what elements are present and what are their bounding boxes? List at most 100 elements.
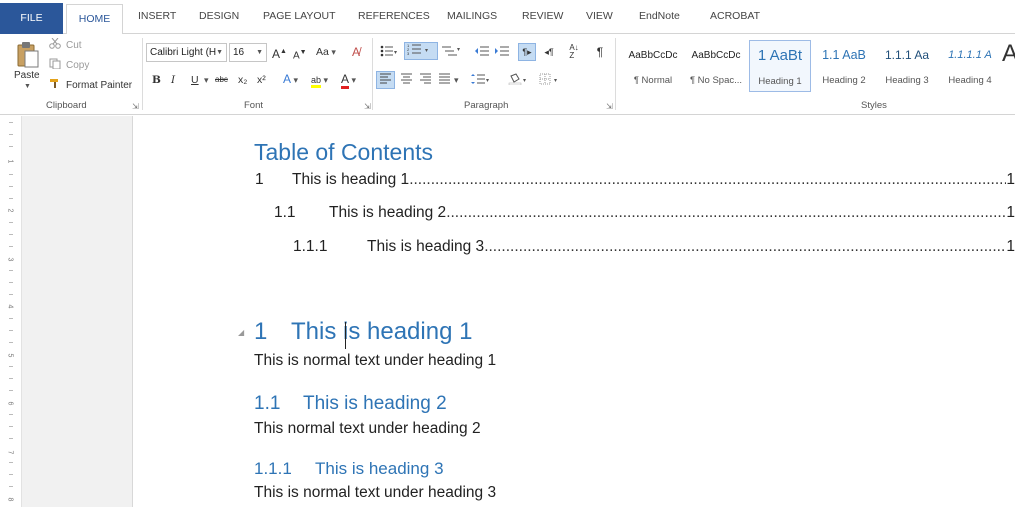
group-divider (372, 38, 373, 110)
toc-entry[interactable]: 1 This is heading 1 ....................… (255, 171, 1015, 191)
tab-acrobat[interactable]: ACROBAT (710, 10, 760, 22)
heading-1[interactable]: 1 This is heading 1 (254, 318, 472, 346)
ruler-tick (9, 174, 13, 175)
ruler-number: 8 (6, 497, 14, 502)
tab-references[interactable]: REFERENCES (358, 10, 430, 22)
align-left-button[interactable] (376, 71, 395, 89)
shrink-font-button[interactable]: A▼ (293, 44, 307, 65)
svg-text:▾: ▾ (554, 78, 557, 84)
copy-button[interactable]: Copy (49, 58, 89, 72)
style-heading-4[interactable]: 1.1.1.1 A Heading 4 (939, 40, 1001, 92)
style-sample: 1.1 AaB (822, 48, 866, 62)
ruler-tick (9, 438, 13, 439)
ribbon-tab-bar: FILE HOME INSERT DESIGN PAGE LAYOUT REFE… (0, 0, 1015, 35)
heading-2[interactable]: 1.1 This is heading 2 (254, 393, 447, 415)
bold-button[interactable]: B (152, 71, 161, 89)
align-center-icon (400, 73, 413, 87)
paste-dropdown-icon[interactable]: ▼ (24, 83, 31, 90)
clipboard-launcher-icon[interactable]: ⇲ (132, 102, 139, 111)
style-name: Heading 4 (948, 75, 992, 86)
svg-text:▾: ▾ (457, 47, 460, 53)
sort-icon: A↓ Z (569, 43, 579, 60)
shading-button[interactable]: ▾ (506, 71, 532, 89)
borders-button[interactable]: ▾ (537, 71, 563, 89)
subscript-button[interactable]: x₂ (238, 71, 247, 89)
toc-entry-number: 1.1 (274, 204, 296, 221)
style-title-partial[interactable]: A (1002, 40, 1015, 92)
body-paragraph[interactable]: This is normal text under heading 3 (254, 484, 496, 502)
svg-text:▾: ▾ (394, 50, 397, 56)
underline-button[interactable]: U (191, 71, 199, 89)
align-center-button[interactable] (397, 71, 415, 89)
multilevel-list-button[interactable]: ▾ (439, 43, 463, 61)
sort-button[interactable]: A↓ Z (565, 43, 583, 61)
toc-dot-leader: ........................................… (484, 238, 1006, 255)
justify-button[interactable] (435, 71, 453, 89)
vertical-ruler[interactable]: 1 2 3 4 5 6 7 8 (0, 116, 22, 507)
heading-text: This is heading 3 (315, 459, 444, 478)
collapse-heading-icon[interactable]: ◢ (238, 328, 244, 337)
tab-endnote[interactable]: EndNote (639, 10, 680, 22)
highlight-button[interactable]: ab ▾ (311, 71, 328, 89)
toc-title[interactable]: Table of Contents (254, 139, 433, 166)
body-paragraph[interactable]: This normal text under heading 2 (254, 420, 481, 438)
text-effects-button[interactable]: A ▾ (283, 70, 298, 89)
tab-review[interactable]: REVIEW (522, 10, 563, 22)
toc-entry[interactable]: 1.1 This is heading 2 ..................… (274, 204, 1015, 224)
align-right-button[interactable] (416, 71, 434, 89)
ruler-tick (9, 246, 13, 247)
font-family-select[interactable]: Calibri Light (H ▼ (146, 43, 227, 62)
tab-design[interactable]: DESIGN (199, 10, 239, 22)
style-normal[interactable]: AaBbCcDc ¶ Normal (622, 40, 684, 92)
style-sample: A (1002, 40, 1015, 67)
body-paragraph[interactable]: This is normal text under heading 1 (254, 352, 496, 370)
paste-icon[interactable] (16, 41, 40, 69)
heading-text: This is heading 2 (303, 393, 447, 414)
paragraph-launcher-icon[interactable]: ⇲ (606, 102, 613, 111)
strikethrough-button[interactable]: abc (215, 71, 228, 89)
style-heading-1[interactable]: 1 AaBt Heading 1 (749, 40, 811, 92)
ltr-text-button[interactable]: ¶▸ (518, 43, 536, 61)
tab-home[interactable]: HOME (66, 4, 123, 35)
tab-page-layout[interactable]: PAGE LAYOUT (263, 10, 336, 22)
change-case-button[interactable]: Aa ▾ (316, 43, 336, 61)
toc-entry-number: 1 (255, 171, 264, 188)
ruler-number: 4 (6, 304, 14, 309)
page-margin (22, 116, 133, 507)
tab-view[interactable]: VIEW (586, 10, 613, 22)
superscript-button[interactable]: x² (257, 71, 266, 89)
heading-3[interactable]: 1.1.1 This is heading 3 (254, 459, 444, 479)
shrink-font-icon: A (293, 50, 300, 62)
underline-dropdown-icon[interactable]: ▾ (204, 71, 209, 89)
show-marks-button[interactable]: ¶ (592, 43, 608, 61)
ruler-tick (9, 330, 13, 331)
style-heading-2[interactable]: 1.1 AaB Heading 2 (813, 40, 875, 92)
cut-button[interactable]: Cut (49, 37, 82, 52)
italic-button[interactable]: I (171, 71, 175, 89)
font-color-icon: A (341, 72, 350, 89)
bullets-button[interactable]: ▾ (378, 43, 400, 61)
increase-indent-button[interactable] (493, 43, 511, 61)
font-launcher-icon[interactable]: ⇲ (364, 102, 371, 111)
style-sample: AaBbCcDc (628, 50, 678, 61)
style-heading-3[interactable]: 1.1.1 Aa Heading 3 (876, 40, 938, 92)
tab-file[interactable]: FILE (0, 3, 63, 34)
ruler-number: 1 (6, 159, 14, 164)
clear-formatting-icon[interactable]: A̸ (352, 43, 360, 61)
font-size-select[interactable]: 16 ▼ (229, 43, 267, 62)
svg-text:3: 3 (407, 51, 410, 56)
numbering-button[interactable]: 1 2 3 ▾ (404, 42, 438, 60)
tab-mailings[interactable]: MAILINGS (447, 10, 497, 22)
font-color-button[interactable]: A ▾ (341, 70, 356, 89)
font-size-value: 16 (233, 47, 245, 58)
rtl-text-button[interactable]: ◂¶ (540, 43, 558, 61)
grow-font-button[interactable]: A▲ (272, 43, 287, 63)
justify-dropdown-icon[interactable]: ▾ (454, 71, 459, 89)
decrease-indent-button[interactable] (473, 43, 491, 61)
toc-entry[interactable]: 1.1.1 This is heading 3 ................… (293, 238, 1015, 258)
paste-button[interactable]: Paste (14, 70, 40, 81)
line-spacing-button[interactable]: ▾ (469, 71, 493, 89)
tab-insert[interactable]: INSERT (138, 10, 176, 22)
style-no-spacing[interactable]: AaBbCcDc ¶ No Spac... (685, 40, 747, 92)
format-painter-button[interactable]: Format Painter (49, 78, 132, 92)
